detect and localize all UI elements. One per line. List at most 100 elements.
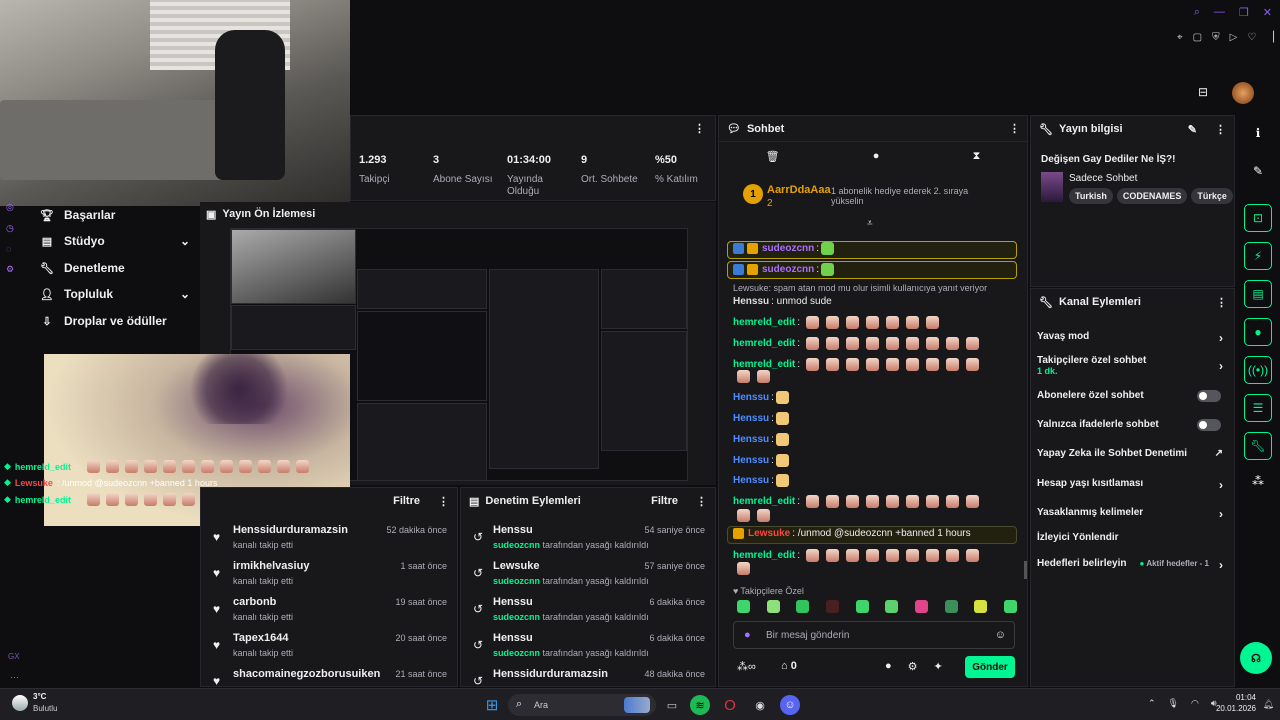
list-item[interactable]: ↺ Henssu sudeozcnn tarafından yasağı kaldı…	[461, 628, 715, 664]
crop-icon[interactable]: ▢	[1193, 32, 1202, 43]
action-ai-moderation[interactable]: Yapay Zeka ile Sohbet Denetimi ↗	[1037, 448, 1227, 459]
trash-icon[interactable]: 🗑︎	[766, 150, 780, 163]
chat-message[interactable]: Henssu: unmod sude	[733, 296, 832, 307]
bolt-icon[interactable]: ⚡︎	[1244, 242, 1272, 270]
gift-icon[interactable]: ⊟	[1198, 85, 1208, 99]
chat-message[interactable]: hemreld_edit:	[733, 337, 980, 350]
more-icon[interactable]: ⋯	[10, 672, 19, 683]
list-item[interactable]: ♥ carbonb kanalı takip etti 19 saat önce	[201, 592, 457, 628]
nav-item-achievements[interactable]: 🏆︎ Başarılar	[40, 208, 115, 222]
windows-start-icon[interactable]: ⊞	[482, 695, 502, 715]
chat-message[interactable]: hemreld_edit:	[733, 495, 980, 508]
mic-icon[interactable]: 🎙︎	[1168, 698, 1179, 709]
weather-temp[interactable]: 3°C	[33, 692, 46, 701]
tag[interactable]: Turkish	[1069, 188, 1113, 204]
gear-icon[interactable]: ⚙	[908, 660, 918, 673]
points[interactable]: ⌂ 0	[781, 660, 797, 672]
spotify-icon[interactable]: ≋	[690, 695, 710, 715]
scroll-down-icon[interactable]: ⩡	[867, 218, 873, 229]
stats-menu-icon[interactable]: ⋮	[694, 122, 705, 135]
filter-button[interactable]: Filtre	[651, 495, 678, 507]
chat-message[interactable]: Henssu:	[733, 412, 789, 425]
notes-icon[interactable]: ▤	[1244, 280, 1272, 308]
close-icon[interactable]: ✕	[1263, 6, 1272, 19]
emote[interactable]	[737, 600, 750, 613]
shield-icon[interactable]: ⛨	[1212, 32, 1220, 43]
emote[interactable]	[825, 600, 839, 613]
puzzle-icon[interactable]: ✦	[934, 660, 943, 673]
chat-message[interactable]: hemreld_edit:	[733, 316, 940, 329]
rail-icon-2[interactable]: ◷	[6, 223, 26, 234]
list-item[interactable]: ♥ shacomainegzozborusuiken 21 saat önce	[201, 664, 457, 688]
filter-button[interactable]: Filtre	[393, 495, 420, 507]
emote[interactable]	[855, 600, 869, 613]
hourglass-icon[interactable]: ⧗	[973, 150, 981, 163]
action-followers-only[interactable]: Takipçilere özel sohbet 1 dk. ›	[1037, 355, 1227, 376]
pencil-icon[interactable]: ✎	[1188, 123, 1197, 136]
mic-icon[interactable]: ●	[744, 629, 751, 641]
pencil-icon[interactable]: ✎	[1244, 157, 1272, 185]
bell-icon[interactable]: 🔔︎	[1263, 699, 1274, 710]
rail-icon-4[interactable]: ⚙	[6, 264, 26, 275]
help-icon[interactable]: ☊	[1240, 642, 1272, 674]
restore-icon[interactable]: ❐	[1239, 6, 1249, 19]
emote[interactable]	[796, 600, 810, 613]
emote[interactable]	[914, 600, 928, 613]
chat-message[interactable]: Lewsuke: /unmod @sudeozcnn +banned 1 hou…	[733, 528, 971, 539]
list-item[interactable]: ↺ Henssu sudeozcnn tarafından yasağı kaldı…	[461, 592, 715, 628]
chat-message[interactable]: hemreld_edit:	[733, 549, 980, 562]
tag[interactable]: Türkçe	[1191, 188, 1233, 204]
list-item[interactable]: ♥ Henssidurduramazsin kanalı takip etti 52 …	[201, 520, 457, 556]
menu-icon[interactable]: ⋮	[1009, 122, 1020, 135]
broadcast-icon[interactable]: ((•))	[1244, 356, 1272, 384]
rail-icon-1[interactable]: ◎	[6, 202, 26, 213]
emoji-icon[interactable]: ☺	[995, 629, 1006, 641]
list-item[interactable]: ↺ Lewsuke sudeozcnn tarafından yasağı kald…	[461, 556, 715, 592]
list-item[interactable]: ↺ Henssidurduramazsin 48 dakika önce	[461, 664, 715, 688]
chat-bubble-icon[interactable]: ●	[885, 660, 892, 673]
chat-icon[interactable]: ●	[1244, 318, 1272, 346]
info-icon[interactable]: ℹ	[1244, 119, 1272, 147]
send-button[interactable]: Gönder	[965, 656, 1015, 678]
pinned-leaderboard[interactable]: 1 AarrDdaAaa 2 1 abonelik hediye ederek …	[739, 180, 1019, 212]
action-goals[interactable]: Hedefleri belirleyin ● Aktif hedefler - 1…	[1037, 558, 1227, 572]
points-icon[interactable]: ⁂∞	[737, 660, 756, 673]
action-emote-only[interactable]: Yalnızca ifadelerle sohbet	[1037, 419, 1227, 431]
chat-scrollbar[interactable]	[1024, 561, 1027, 579]
clip-icon[interactable]: ⊡	[1244, 204, 1272, 232]
chat-message[interactable]: Henssu:	[733, 474, 789, 487]
task-view-icon[interactable]: ▭	[662, 695, 682, 715]
avatar[interactable]	[1232, 82, 1254, 104]
wrench-icon[interactable]: 🔧︎	[1244, 432, 1272, 460]
opera-gx-icon[interactable]: O	[720, 695, 740, 715]
play-icon[interactable]: ▷	[1230, 32, 1238, 43]
chevron-up-icon[interactable]: ⌃	[1148, 698, 1156, 709]
category-box-art[interactable]	[1041, 172, 1063, 202]
discord-icon[interactable]: ☺	[780, 695, 800, 715]
stream-category[interactable]: Sadece Sohbet	[1069, 173, 1137, 184]
chat-message[interactable]: Henssu:	[733, 391, 789, 404]
chat-message[interactable]: sudeozcnn:	[733, 242, 835, 255]
minimize-icon[interactable]: —	[1214, 6, 1225, 19]
rail-icon-3[interactable]: ◌	[6, 244, 26, 254]
add-action-icon[interactable]: ⁂	[1244, 467, 1272, 495]
bubble-icon[interactable]: ●	[873, 150, 880, 163]
wifi-icon[interactable]: ◠	[1191, 698, 1199, 709]
pin-icon[interactable]: ⌖	[1177, 32, 1183, 43]
list-icon[interactable]: ☰	[1244, 394, 1272, 422]
menu-icon[interactable]: ⋮	[438, 495, 449, 508]
chat-message[interactable]: Henssu:	[733, 433, 789, 446]
heart-icon[interactable]: ♡	[1247, 32, 1256, 43]
action-raid[interactable]: İzleyici Yönlendir	[1037, 532, 1227, 543]
chat-input[interactable]: ● Bir mesaj gönderin ☺	[733, 621, 1015, 649]
action-banned-words[interactable]: Yasaklanmış kelimeler ›	[1037, 507, 1227, 521]
chat-message[interactable]: sudeozcnn:	[733, 263, 835, 276]
emote[interactable]	[1003, 600, 1017, 613]
emote[interactable]	[974, 600, 988, 613]
clock[interactable]: 01:04 20.01.2026	[1216, 693, 1256, 713]
nav-item-drops[interactable]: ⇩ Droplar ve ödüller	[40, 314, 166, 328]
action-account-age[interactable]: Hesap yaşı kısıtlaması ›	[1037, 478, 1227, 492]
emote[interactable]	[766, 600, 780, 613]
emote[interactable]	[885, 600, 899, 613]
list-item[interactable]: ↺ Henssu sudeozcnn tarafından yasağı kaldı…	[461, 520, 715, 556]
